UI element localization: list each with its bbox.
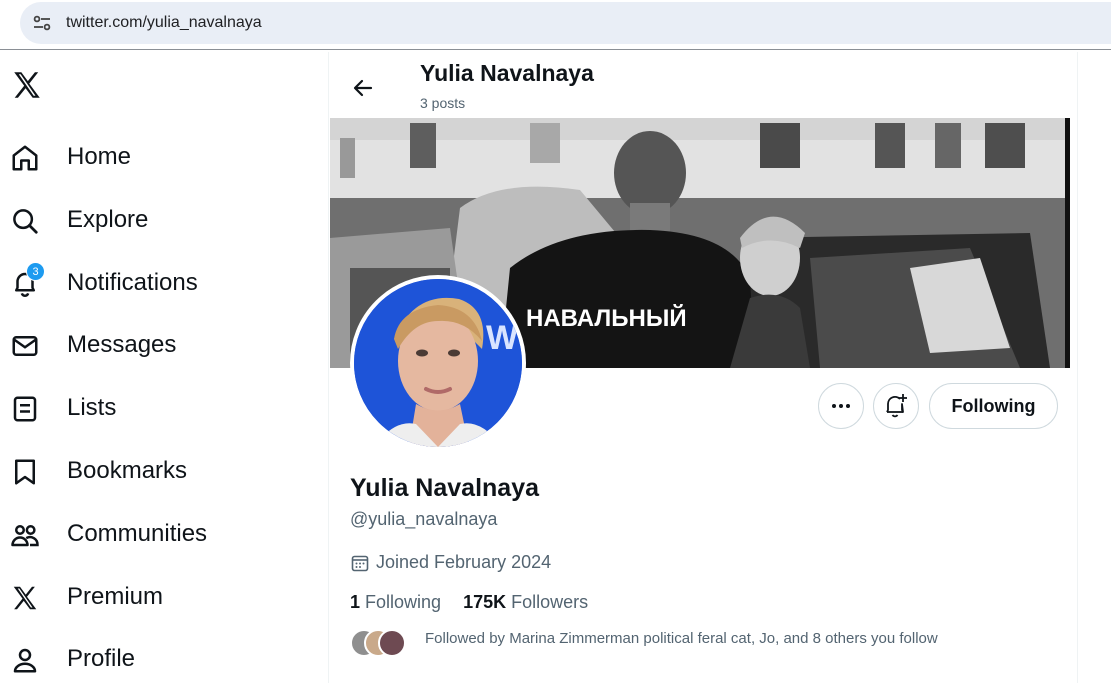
sidebar-nav: Home Explore 3 Notifications Messages Li… xyxy=(0,52,300,683)
list-icon xyxy=(13,396,37,422)
profile-avatar[interactable]: W xyxy=(350,275,526,451)
followers-count: 175K xyxy=(463,592,507,612)
avatar-photo: W xyxy=(354,279,522,447)
x-logo-icon xyxy=(13,586,37,610)
envelope-icon xyxy=(12,336,38,356)
sidebar-item-label: Profile xyxy=(67,645,136,672)
calendar-icon xyxy=(351,555,369,571)
communities-icon xyxy=(11,525,39,547)
sidebar-item-premium[interactable]: Premium xyxy=(0,570,290,624)
sidebar-item-label: Notifications xyxy=(67,269,198,296)
notify-button[interactable] xyxy=(873,383,919,429)
profile-column: Yulia Navalnaya 3 posts НАВАЛЬНЫЙ W Foll… xyxy=(328,52,1078,683)
sidebar-item-lists[interactable]: Lists xyxy=(0,381,290,435)
search-icon xyxy=(13,209,38,234)
followers-label: Followers xyxy=(511,592,589,612)
omnibox[interactable]: twitter.com/yulia_navalnaya xyxy=(20,2,1111,44)
jacket-text: НАВАЛЬНЫЙ xyxy=(526,304,687,332)
mutual-followers-avatars[interactable] xyxy=(350,629,410,659)
svg-text:W: W xyxy=(486,319,519,357)
more-icon xyxy=(832,404,850,408)
sidebar-item-messages[interactable]: Messages xyxy=(0,318,290,372)
sidebar-item-home[interactable]: Home xyxy=(0,130,290,184)
sidebar-item-profile[interactable]: Profile xyxy=(0,632,290,683)
sidebar-item-label: Premium xyxy=(67,583,164,610)
x-logo-icon[interactable] xyxy=(10,68,44,102)
sidebar-item-communities[interactable]: Communities xyxy=(0,507,290,561)
following-label: Following xyxy=(365,592,442,612)
browser-address-bar: twitter.com/yulia_navalnaya xyxy=(0,0,1111,50)
joined-date: Joined February 2024 xyxy=(350,552,551,573)
sidebar-item-label: Communities xyxy=(67,520,208,547)
bell-plus-icon xyxy=(886,394,907,418)
sidebar-item-label: Bookmarks xyxy=(67,457,188,484)
joined-text: Joined February 2024 xyxy=(376,552,552,572)
notification-badge: 3 xyxy=(26,262,45,281)
sidebar-item-label: Explore xyxy=(67,206,149,233)
home-icon xyxy=(12,145,38,171)
profile-name: Yulia Navalnaya xyxy=(350,474,540,502)
bookmark-icon xyxy=(15,459,35,485)
sidebar-item-label: Messages xyxy=(67,331,177,358)
header-title: Yulia Navalnaya xyxy=(420,60,594,86)
more-button[interactable] xyxy=(818,383,864,429)
following-button[interactable]: Following xyxy=(929,383,1058,429)
sidebar-item-label: Home xyxy=(67,143,132,170)
person-icon xyxy=(13,648,37,673)
followed-by-text[interactable]: Followed by Marina Zimmerman political f… xyxy=(425,630,938,647)
followers-link[interactable]: 175K Followers xyxy=(463,592,588,612)
sidebar-item-label: Lists xyxy=(67,394,117,421)
avatar xyxy=(378,629,406,657)
follow-counts: 1 Following 175K Followers xyxy=(350,592,588,613)
sidebar-item-explore[interactable]: Explore xyxy=(0,193,290,247)
following-count: 1 xyxy=(350,592,361,612)
url-text[interactable]: twitter.com/yulia_navalnaya xyxy=(66,14,262,32)
profile-handle: @yulia_navalnaya xyxy=(350,509,498,529)
following-link[interactable]: 1 Following xyxy=(350,592,441,612)
site-info-icon[interactable] xyxy=(30,11,54,35)
post-count: 3 posts xyxy=(420,95,466,111)
back-arrow-icon[interactable] xyxy=(345,70,381,106)
sidebar-item-bookmarks[interactable]: Bookmarks xyxy=(0,444,290,498)
sidebar-item-notifications[interactable]: 3 Notifications xyxy=(0,256,290,310)
